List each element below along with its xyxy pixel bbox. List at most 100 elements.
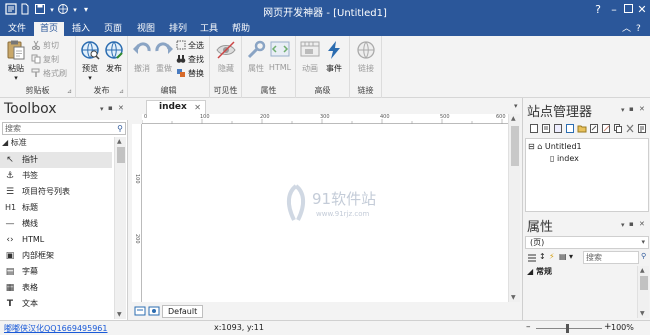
page-duplicate-icon[interactable] [613,123,623,134]
events-lightning-icon[interactable]: ⚡ [549,252,555,261]
tree-page-node[interactable]: ▯ index [550,153,579,164]
ribbon-collapse-icon[interactable]: ︿ [622,22,631,36]
properties-search-input[interactable]: 搜索 [583,251,639,264]
page-properties-icon[interactable] [637,123,647,134]
page-template-icon[interactable] [553,123,563,134]
link-button[interactable]: 链接 [354,39,378,74]
publish-expand-icon[interactable]: ⊿ [119,88,124,95]
tree-root-node[interactable]: ⊟ ⌂ Untitled1 [528,141,582,152]
tab-view[interactable]: 视图 [133,22,159,36]
canvas-vertical-scrollbar[interactable]: ▲ ▼ [508,114,520,302]
credits-link[interactable]: 嘟嘟侠汉化QQ1669495961 [4,323,108,334]
delete-icon[interactable] [625,123,635,134]
replace-button[interactable]: 替换 [176,68,204,80]
format-painter-button[interactable]: 格式刷 [31,68,67,80]
zoom-slider-thumb[interactable] [566,324,569,333]
toolbox-scrollbar[interactable]: ▲ ▼ [114,137,126,319]
site-manager-close-icon[interactable]: ✕ [639,105,645,113]
group-visibility: 隐藏 可见性 [210,36,242,98]
publish-button[interactable]: 发布 [102,39,126,74]
zoom-slider[interactable] [536,328,602,329]
properties-scrollbar[interactable]: ▲ ▼ [637,266,649,318]
toolbox-menu-icon[interactable]: ▾ [100,105,104,113]
canvas-scroll-up-icon[interactable]: ▲ [511,115,516,122]
tab-insert[interactable]: 插入 [68,22,94,36]
properties-scroll-thumb[interactable] [640,276,648,290]
scroll-up-icon[interactable]: ▲ [117,138,122,145]
clipboard-expand-icon[interactable]: ⊿ [67,88,72,95]
toolbox-item-pointer[interactable]: ↖ 指针 [0,152,112,168]
properties-category-general[interactable]: ◢ 常规 [527,266,552,277]
cut-button[interactable]: 剪切 [31,40,59,52]
page-export-icon[interactable] [589,123,599,134]
tab-tools[interactable]: 工具 [196,22,222,36]
document-tab-index[interactable]: index ✕ [146,100,206,114]
redo-button[interactable]: 重做 [152,39,176,74]
toolbox-item-table[interactable]: ▦ 表格 [0,280,112,296]
sort-az-icon[interactable]: ↕ [539,252,546,261]
find-button[interactable]: 查找 [176,54,204,66]
toolbox-pin-icon[interactable]: ▪ [108,104,113,112]
zoom-out-button[interactable]: – [526,322,531,332]
toolbox-item-html[interactable]: ‹› HTML [0,232,112,248]
toolbox-item-bookmark[interactable]: ⚓ 书签 [0,168,112,184]
properties-menu-icon[interactable]: ▾ [621,221,625,229]
animation-button[interactable]: 动画 [298,39,322,74]
hide-button[interactable]: 隐藏 [214,39,238,74]
undo-button[interactable]: 撤消 [130,39,154,74]
preview-button[interactable]: 预览 ▾ [78,39,102,82]
site-manager-pin-icon[interactable]: ▪ [629,105,634,113]
page-edit-icon[interactable] [601,123,611,134]
copy-button[interactable]: 复制 [31,54,59,66]
page-view-icon[interactable] [134,305,146,317]
close-icon[interactable]: ✕ [634,2,650,18]
properties-toolbar: ↕ ⚡ ▤ ▾ 搜索 ⚲ [525,251,649,265]
tab-help[interactable]: 帮助 [228,22,254,36]
events-button[interactable]: 事件 [322,39,346,74]
tab-list-dropdown-icon[interactable]: ▾ [514,102,518,110]
ribbon-help-icon[interactable]: ? [636,22,641,36]
select-all-button[interactable]: 全选 [176,40,204,52]
properties-pin-icon[interactable]: ▪ [629,220,634,228]
html-button[interactable]: HTML [268,39,292,72]
properties-close-icon[interactable]: ✕ [639,220,645,228]
object-select-dropdown[interactable]: (页) ▾ [525,236,649,249]
tab-page[interactable]: 页面 [100,22,126,36]
tab-close-icon[interactable]: ✕ [194,101,201,114]
tab-home[interactable]: 首页 [34,22,64,36]
properties-options-icon[interactable]: ▾ [569,252,573,261]
site-manager-menu-icon[interactable]: ▾ [621,106,625,114]
toolbox-category[interactable]: ◢ 标准 [2,137,27,148]
toolbox-item-text[interactable]: T 文本 [0,296,112,312]
toolbox-item-bullet-list[interactable]: ☰ 项目符号列表 [0,184,112,200]
toolbox-item-horizontal-line[interactable]: — 横线 [0,216,112,232]
attributes-button[interactable]: 属性 [244,39,268,74]
default-page-selector[interactable]: Default [162,305,204,318]
page-preview-icon[interactable] [148,305,160,317]
toolbox-close-icon[interactable]: ✕ [118,104,124,112]
properties-scroll-down-icon[interactable]: ▼ [640,310,645,317]
design-canvas[interactable]: 91软件站 www.91rjz.com [142,124,508,302]
toolbox-search-input[interactable]: 搜索 ⚲ [2,122,126,135]
toolbox-item-iframe[interactable]: ▣ 内部框架 [0,248,112,264]
properties-search-icon[interactable]: ⚲ [641,252,646,260]
page-frame-icon[interactable] [565,123,575,134]
toolbox-scroll-thumb[interactable] [117,147,125,163]
tab-file[interactable]: 文件 [4,22,30,36]
folder-icon[interactable] [577,123,587,134]
search-icon[interactable]: ⚲ [117,123,123,134]
scroll-down-icon[interactable]: ▼ [117,311,122,318]
toolbox-item-marquee[interactable]: ▤ 字幕 [0,264,112,280]
new-page-icon[interactable] [529,123,539,134]
toolbox-item-heading[interactable]: H1 标题 [0,200,112,216]
canvas-scroll-thumb[interactable] [511,126,519,166]
help-icon[interactable]: ? [590,2,606,18]
paste-button[interactable]: 粘贴 ▾ [4,39,28,82]
properties-pages-icon[interactable]: ▤ [559,252,567,261]
tree-collapse-icon[interactable]: ⊟ [528,142,535,151]
tab-arrange[interactable]: 排列 [165,22,191,36]
page-copy-icon[interactable] [541,123,551,134]
canvas-scroll-down-icon[interactable]: ▼ [511,294,516,301]
properties-scroll-up-icon[interactable]: ▲ [640,267,645,274]
categorized-view-icon[interactable] [527,253,537,263]
